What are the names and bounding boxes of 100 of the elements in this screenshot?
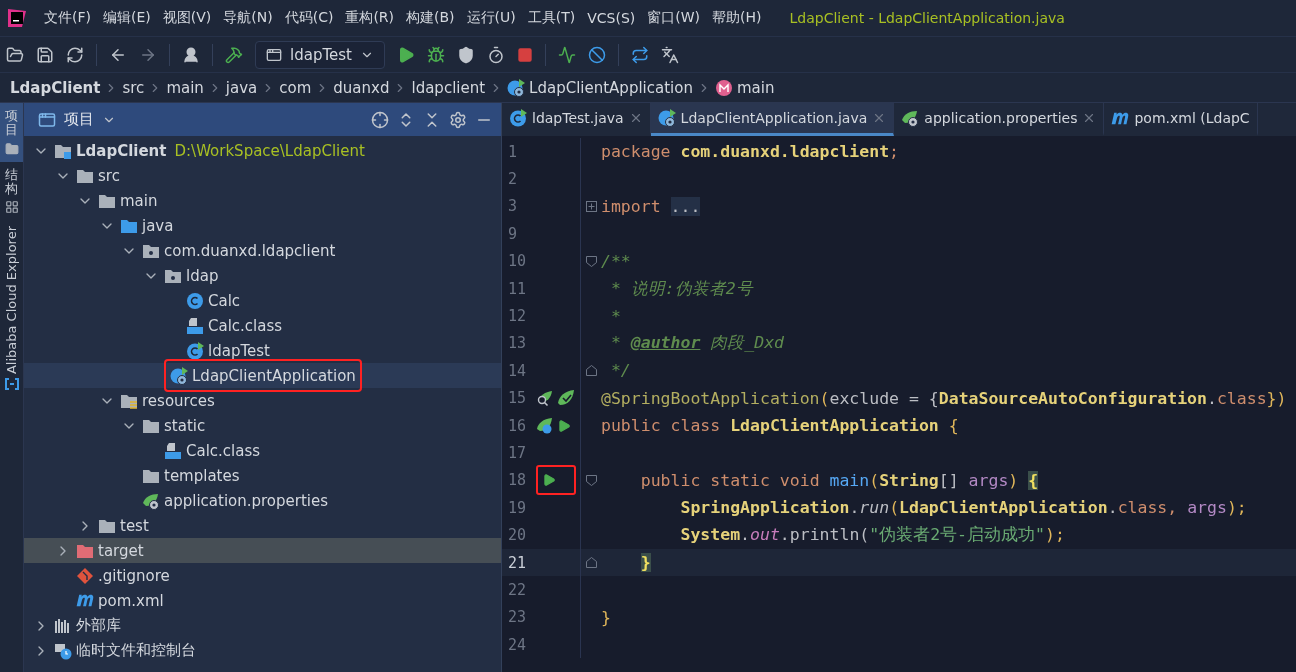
class-file-icon (186, 316, 204, 335)
breadcrumb-item[interactable]: src (122, 78, 145, 97)
tree-row[interactable]: LdapClient D:\WorkSpace\LdapClient (24, 138, 501, 163)
translate-icon[interactable] (660, 45, 679, 64)
tree-row[interactable]: test (24, 513, 501, 538)
run-icon[interactable] (557, 418, 571, 433)
window-title: LdapClient - LdapClientApplication.java (789, 10, 1065, 26)
cloud-logo-icon (3, 378, 20, 391)
tree-item-label: LdapClient (76, 141, 167, 160)
tree-row[interactable]: 外部库 (24, 613, 501, 638)
stop-icon[interactable] (516, 46, 533, 63)
tree-item-label: LdapClientApplication (192, 366, 356, 385)
tree-row[interactable]: templates (24, 463, 501, 488)
breadcrumb-item[interactable]: LdapClient (10, 78, 101, 97)
tree-row[interactable]: application.properties (24, 488, 501, 513)
breadcrumb-item[interactable]: com (279, 78, 312, 97)
panel-title[interactable]: 项目 (64, 110, 94, 129)
menu-item[interactable]: 构建(B) (400, 9, 461, 27)
editor-tab[interactable]: pom.xml (LdapC (1104, 103, 1258, 136)
bug-icon[interactable] (426, 45, 445, 64)
refresh-icon[interactable] (66, 45, 84, 64)
tree-row[interactable]: main (24, 188, 501, 213)
tree-item-label: .gitignore (98, 566, 170, 585)
menu-item[interactable]: 运行(U) (460, 9, 522, 27)
code-line: public class LdapClientApplication { (601, 416, 959, 436)
menu-item[interactable]: 窗口(W) (641, 9, 707, 27)
breadcrumb-item[interactable]: main (166, 78, 204, 97)
code-line: package com.duanxd.ldapclient; (601, 142, 900, 162)
tree-row[interactable]: Calc (24, 288, 501, 313)
breadcrumb-item[interactable]: main (736, 78, 775, 97)
maven-icon (1111, 111, 1130, 125)
tree-row[interactable]: .gitignore (24, 563, 501, 588)
code-line: * @author 肉段_Dxd (609, 332, 785, 355)
editor-tab[interactable]: application.properties (894, 103, 1105, 136)
open-folder-icon[interactable] (6, 45, 24, 64)
menu-item[interactable]: 重构(R) (339, 9, 401, 27)
menu-item[interactable]: 编辑(E) (97, 9, 157, 27)
menu-item[interactable]: 帮助(H) (706, 9, 768, 27)
tool-window-tab[interactable]: Alibaba Cloud Explorer (0, 220, 23, 397)
spring-class-icon (536, 416, 554, 435)
tool-window-tab[interactable]: 结构 (0, 161, 23, 221)
code-line: * (609, 306, 621, 326)
code-line: */ (609, 361, 631, 381)
tree-item-label: main (120, 191, 158, 210)
spring-properties-icon (142, 491, 160, 510)
line-number: 16 (507, 416, 528, 435)
locate-icon[interactable] (371, 110, 389, 129)
tree-row[interactable]: ldapTest (24, 338, 501, 363)
line-number: 21 (507, 553, 528, 572)
line-number: 15 (507, 389, 528, 408)
ban-icon[interactable] (587, 45, 606, 64)
menu-item[interactable]: 视图(V) (156, 9, 218, 27)
repeat-icon[interactable] (630, 45, 649, 64)
tree-row[interactable]: resources (24, 388, 501, 413)
tree-item-label: com.duanxd.ldapclient (164, 241, 336, 260)
tree-row[interactable]: Calc.class (24, 313, 501, 338)
runnable-class-icon (509, 109, 527, 127)
tree-row[interactable]: src (24, 163, 501, 188)
tree-row[interactable]: target (24, 538, 501, 563)
menu-item[interactable]: 代码(C) (278, 9, 340, 27)
hammer-icon[interactable] (225, 45, 243, 64)
breadcrumb-item[interactable]: java (225, 78, 258, 97)
spring-class-icon (507, 78, 526, 97)
line-number: 18 (507, 471, 528, 490)
menu-item[interactable]: 文件(F) (38, 9, 97, 27)
tree-row[interactable]: Calc.class (24, 438, 501, 463)
save-icon[interactable] (36, 45, 54, 64)
editor-tab[interactable]: LdapClientApplication.java (650, 103, 895, 136)
tool-window-tab[interactable]: 项目 (0, 103, 23, 162)
tree-row[interactable]: 临时文件和控制台 (24, 638, 501, 663)
menu-item[interactable]: 工具(T) (521, 9, 582, 27)
tree-row[interactable]: pom.xml (24, 588, 501, 613)
tree-row[interactable]: java (24, 213, 501, 238)
tree-row[interactable]: com.duanxd.ldapclient (24, 238, 501, 263)
tree-item-label: templates (164, 466, 240, 485)
breadcrumb-item[interactable]: LdapClientApplication (529, 78, 693, 97)
window-icon (38, 110, 56, 129)
shield-icon[interactable] (456, 45, 475, 64)
timer-icon[interactable] (486, 45, 505, 64)
menu-item[interactable]: VCS(S) (581, 10, 642, 26)
settings-icon[interactable] (449, 110, 467, 129)
tree-row[interactable]: static (24, 413, 501, 438)
run-icon[interactable] (542, 473, 556, 488)
tree-item-label: 外部库 (76, 616, 121, 635)
breadcrumb-item[interactable]: ldapclient (411, 78, 486, 97)
code-line: } (601, 607, 611, 627)
line-number: 24 (507, 635, 528, 654)
user-icon[interactable] (182, 45, 200, 64)
class-icon (186, 291, 204, 310)
tree-row[interactable]: ldap (24, 263, 501, 288)
breadcrumb-item[interactable]: duanxd (333, 78, 390, 97)
tree-item-label: ldapTest (208, 341, 270, 360)
editor-tab[interactable]: ldapTest.java (502, 103, 651, 136)
tree-item-label: static (164, 416, 206, 435)
tree-item-label: 临时文件和控制台 (76, 641, 196, 660)
line-number: 10 (507, 252, 528, 271)
menu-item[interactable]: 导航(N) (217, 9, 279, 27)
activity-icon[interactable] (557, 45, 576, 64)
tree-item-label: java (142, 216, 174, 235)
run-configuration-select[interactable]: ldapTest (255, 40, 385, 69)
